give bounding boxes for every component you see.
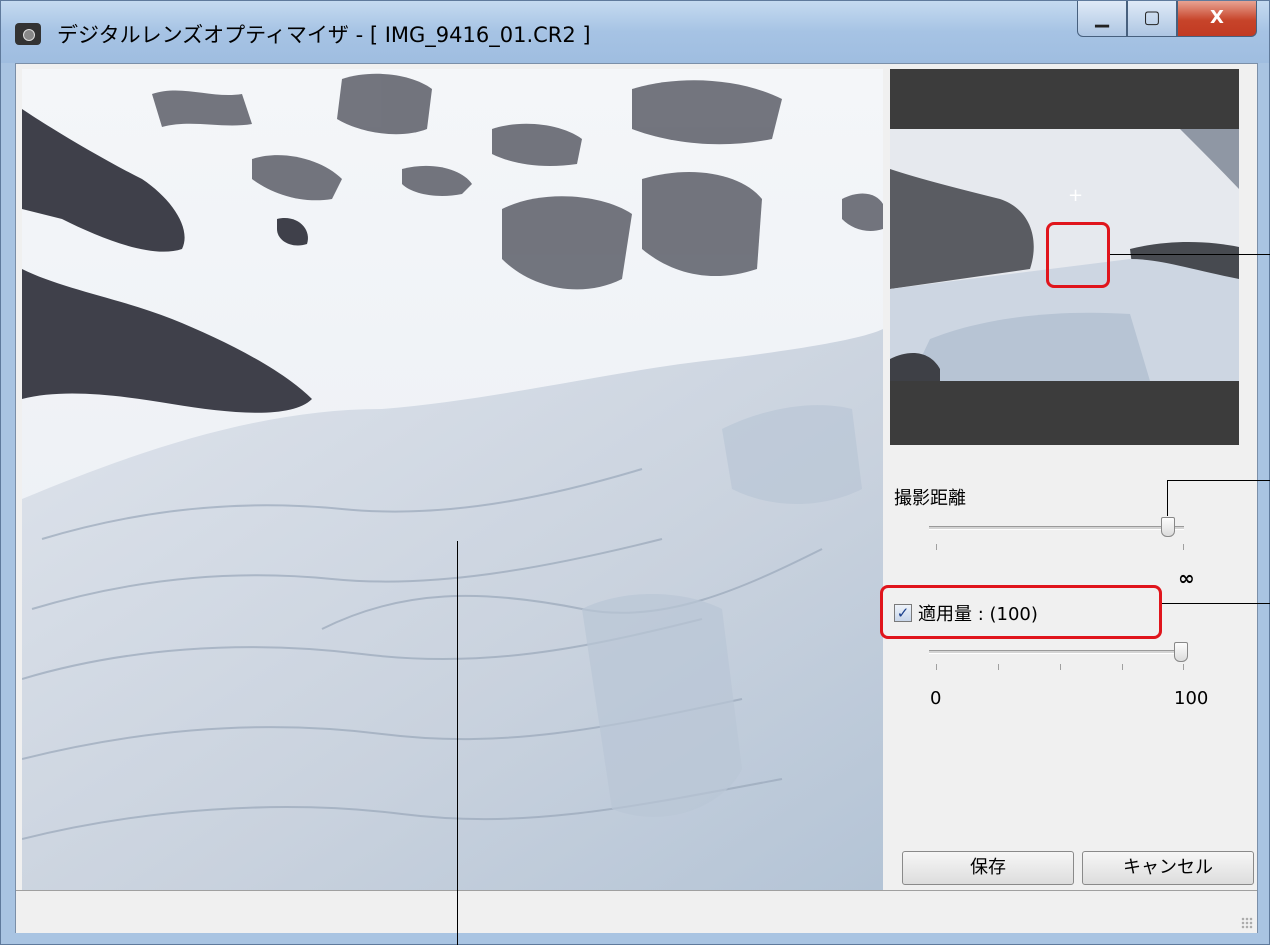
callout-line-preview — [1110, 254, 1270, 255]
size-grip-icon[interactable] — [1241, 917, 1253, 929]
apply-amount-thumb[interactable] — [1174, 642, 1188, 662]
apply-amount-track[interactable] — [929, 650, 1184, 654]
cancel-button[interactable]: キャンセル — [1082, 851, 1254, 885]
apply-tick — [1060, 664, 1061, 670]
apply-max-label: 100 — [1174, 688, 1209, 709]
glacier-photo — [22, 69, 883, 890]
title-bar[interactable]: デジタルレンズオプティマイザ - [ IMG_9416_01.CR2 ] ▁ ▢… — [1, 1, 1269, 63]
preview-cursor-highlight — [1046, 222, 1110, 288]
status-bar — [16, 890, 1257, 933]
callout-line-apply — [1162, 603, 1270, 604]
apply-tick — [1122, 664, 1123, 670]
shooting-distance-track[interactable] — [929, 526, 1184, 530]
preview-cursor: + — [1068, 185, 1084, 206]
shooting-distance-thumb[interactable] — [1161, 517, 1175, 537]
close-button[interactable]: X — [1177, 1, 1257, 37]
apply-amount-highlight — [880, 585, 1162, 639]
callout-line-distance-v — [1167, 480, 1168, 516]
apply-min-label: 0 — [930, 688, 942, 709]
app-window: デジタルレンズオプティマイザ - [ IMG_9416_01.CR2 ] ▁ ▢… — [0, 0, 1270, 945]
save-button[interactable]: 保存 — [902, 851, 1074, 885]
apply-tick — [1183, 664, 1184, 670]
shooting-distance-label: 撮影距離 — [894, 488, 966, 509]
dialog-body: + 撮影距離 ∞ ✓ 適用量 : (100) 0 100 保存 キャンセル — [15, 63, 1258, 933]
maximize-button[interactable]: ▢ — [1127, 1, 1177, 37]
infinity-label: ∞ — [1178, 566, 1195, 590]
main-image-view[interactable] — [22, 69, 883, 890]
camera-icon — [15, 23, 41, 45]
apply-tick — [936, 664, 937, 670]
window-title: デジタルレンズオプティマイザ - [ IMG_9416_01.CR2 ] — [57, 23, 591, 47]
window-controls: ▁ ▢ X — [1077, 1, 1257, 41]
callout-line-distance-h — [1167, 480, 1270, 481]
distance-tick-min — [936, 544, 937, 550]
minimize-button[interactable]: ▁ — [1077, 1, 1127, 37]
distance-tick-max — [1183, 544, 1184, 550]
callout-line-image — [457, 541, 458, 945]
apply-tick — [998, 664, 999, 670]
